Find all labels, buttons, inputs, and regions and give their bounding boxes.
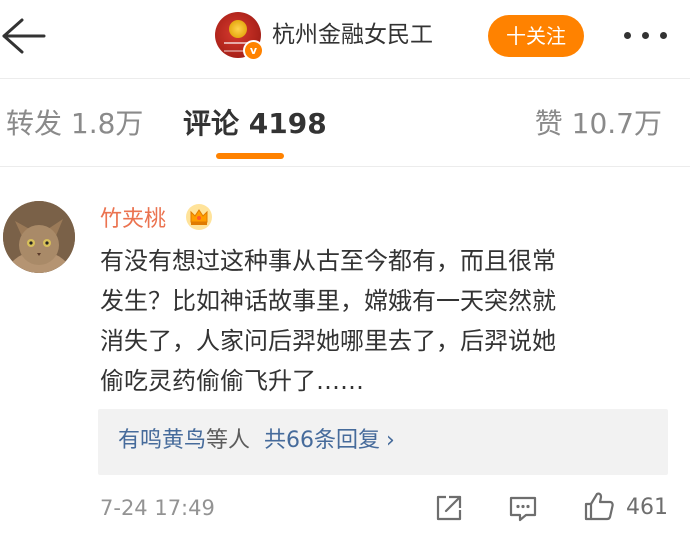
comment-text-line: 有没有想过这种事从古至今都有，而且很常 [100, 247, 556, 275]
like-count: 461 [626, 495, 668, 520]
back-button[interactable] [0, 14, 48, 58]
reply-count[interactable]: 共66条回复 [264, 428, 380, 453]
post-tabs: 转发 1.8万 评论 4198 赞 10.7万 [0, 79, 690, 166]
tab-repost[interactable]: 转发 1.8万 [6, 105, 143, 143]
tab-comments[interactable]: 评论 4198 [183, 105, 327, 143]
reply-users[interactable]: 有鸣黄鸟 [118, 428, 206, 453]
replies-summary: 有鸣黄鸟等人 共66条回复 › [118, 424, 395, 458]
chevron-right-icon: › [386, 428, 395, 453]
comment-text-line: 偷吃灵药偷偷飞升了…… [100, 367, 364, 395]
tab-likes[interactable]: 赞 10.7万 [535, 105, 662, 143]
follow-button[interactable]: 十关注 [488, 15, 584, 57]
commenter-username[interactable]: 竹夹桃 [100, 204, 166, 236]
back-arrow-icon [2, 18, 46, 54]
verified-badge: v [243, 40, 264, 61]
cat-avatar-icon [3, 201, 75, 273]
comment-text-line: 发生？比如神话故事里，嫦娥有一天突然就 [100, 287, 556, 315]
share-icon[interactable] [432, 492, 464, 524]
comment-text-line: 消失了，人家问后羿她哪里去了，后羿说她 [100, 327, 556, 355]
comment-timestamp: 7-24 17:49 [100, 496, 215, 520]
account-avatar[interactable]: v [215, 12, 264, 61]
more-dots-icon [624, 32, 631, 39]
reply-connector: 等人 [206, 428, 251, 453]
reply-icon[interactable] [507, 492, 539, 524]
emblem-icon [229, 20, 247, 38]
comment-text: 有没有想过这种事从古至今都有，而且很常 发生？比如神话故事里，嫦娥有一天突然就 … [100, 241, 680, 401]
top-bar: v 杭州金融女民工 十关注 [0, 0, 690, 78]
crown-icon [186, 204, 212, 230]
replies-preview[interactable]: 有鸣黄鸟等人 共66条回复 › [98, 409, 668, 475]
account-name[interactable]: 杭州金融女民工 [272, 19, 433, 51]
thumbs-up-icon[interactable] [582, 489, 616, 523]
more-dots-icon [660, 32, 667, 39]
comment-item: 竹夹桃 有没有想过这种事从古至今都有，而且很常 发生？比如神话故事里，嫦娥有一天… [0, 167, 690, 545]
more-options-button[interactable] [620, 30, 670, 42]
commenter-avatar[interactable] [3, 201, 75, 273]
more-dots-icon [642, 32, 649, 39]
active-tab-indicator [216, 153, 284, 159]
